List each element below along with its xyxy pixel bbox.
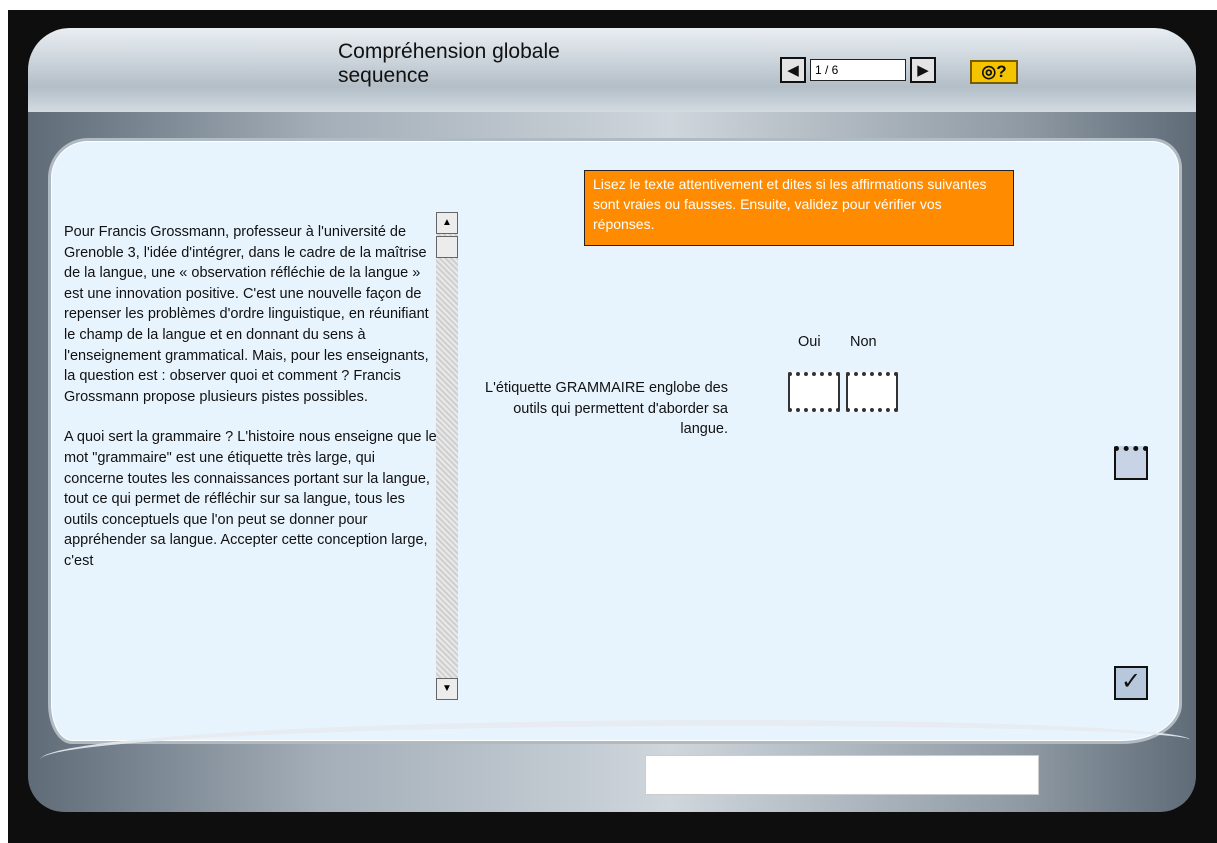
- scroll-up-button[interactable]: ▲: [436, 212, 458, 234]
- scroll-thumb[interactable]: [436, 236, 458, 258]
- help-icon: ◎?: [981, 62, 1007, 81]
- feedback-field: [645, 755, 1039, 795]
- arrow-down-icon: ▼: [442, 683, 452, 694]
- instructions-box: Lisez le texte attentivement et dites si…: [584, 170, 1014, 246]
- reading-text: Pour Francis Grossmann, professeur à l'u…: [64, 222, 438, 698]
- reading-paragraph-1: Pour Francis Grossmann, professeur à l'u…: [64, 224, 429, 405]
- title-line-1: Compréhension globale: [338, 40, 560, 63]
- answer-yes-box[interactable]: [788, 372, 840, 412]
- page-title: Compréhension globale sequence: [338, 40, 560, 88]
- chevron-right-icon: ▶: [917, 62, 929, 79]
- validate-button[interactable]: ✓: [1114, 666, 1148, 700]
- scroll-down-button[interactable]: ▼: [436, 678, 458, 700]
- next-page-button[interactable]: ▶: [910, 57, 936, 83]
- question-text: L'étiquette GRAMMAIRE englobe des outils…: [485, 380, 728, 437]
- title-line-2: sequence: [338, 64, 430, 87]
- reading-scrollbar[interactable]: ▲ ▼: [436, 212, 458, 700]
- yes-column-label: Oui: [798, 334, 821, 350]
- no-column-label: Non: [850, 334, 877, 350]
- answer-no-box[interactable]: [846, 372, 898, 412]
- header-bar: Compréhension globale sequence ◀ 1 / 6 ▶…: [28, 28, 1196, 114]
- arrow-up-icon: ▲: [442, 217, 452, 228]
- page-indicator-field[interactable]: 1 / 6: [810, 59, 906, 81]
- pager: ◀ 1 / 6 ▶: [780, 56, 936, 84]
- chevron-left-icon: ◀: [787, 62, 799, 79]
- prev-page-button[interactable]: ◀: [780, 57, 806, 83]
- help-button[interactable]: ◎?: [970, 60, 1018, 84]
- notepad-icon[interactable]: [1114, 446, 1148, 480]
- checkmark-icon: ✓: [1120, 668, 1142, 695]
- reading-paragraph-2: A quoi sert la grammaire ? L'histoire no…: [64, 429, 437, 569]
